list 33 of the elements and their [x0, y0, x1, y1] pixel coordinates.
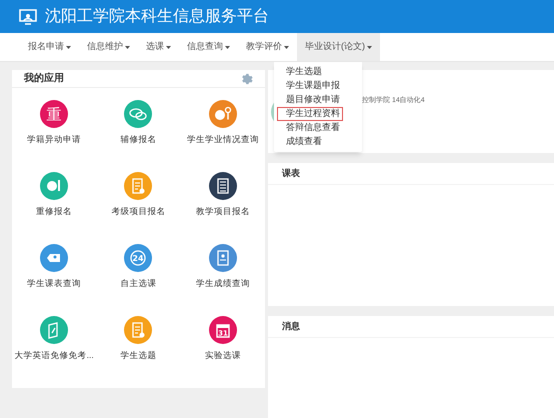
app-label[interactable]: 实验选课: [204, 349, 241, 362]
menu-item[interactable]: 学生课题申报: [277, 79, 359, 93]
caret-icon: [225, 46, 230, 48]
settings-icon[interactable]: [240, 72, 253, 85]
card-title: 课表: [282, 166, 300, 180]
caret-icon: [284, 46, 289, 48]
caret-icon: [367, 46, 372, 48]
menu-item[interactable]: 学生过程资料: [277, 107, 343, 121]
caret-icon: [125, 46, 130, 48]
caret-icon: [166, 46, 171, 48]
app-label[interactable]: 大学英语免修免考...: [14, 349, 94, 362]
app-label[interactable]: 学生课表查询: [27, 277, 82, 290]
app-icon[interactable]: 重: [40, 100, 68, 128]
menu-item[interactable]: 学生选题: [277, 65, 359, 79]
app-label[interactable]: 学生成绩查询: [196, 277, 250, 290]
monitor-icon: [18, 8, 38, 24]
site-title: 沈阳工学院本科生信息服务平台: [45, 6, 269, 26]
app-label[interactable]: 自主选课: [120, 277, 156, 290]
menu-item[interactable]: 答辩信息查看: [277, 121, 359, 135]
panel-title: 我的应用: [24, 71, 64, 86]
app-label[interactable]: 辅修报名: [120, 133, 156, 146]
nav-menu[interactable]: 毕业设计(论文): [297, 33, 380, 61]
app-label[interactable]: 重修报名: [36, 205, 72, 218]
app-label[interactable]: 考级项目报名: [111, 205, 166, 218]
app-label[interactable]: 教学项目报名: [196, 205, 250, 218]
caret-icon: [66, 46, 71, 48]
app-label[interactable]: 学籍异动申请: [27, 133, 82, 146]
card-title: 消息: [282, 320, 300, 333]
app-label[interactable]: 学生学业情况查询: [186, 133, 259, 146]
menu-item[interactable]: 成绩查看: [277, 135, 359, 149]
app-icon[interactable]: [208, 172, 237, 200]
menu-item[interactable]: 题目修改申请: [277, 93, 359, 107]
app-label[interactable]: 学生选题: [120, 349, 156, 362]
